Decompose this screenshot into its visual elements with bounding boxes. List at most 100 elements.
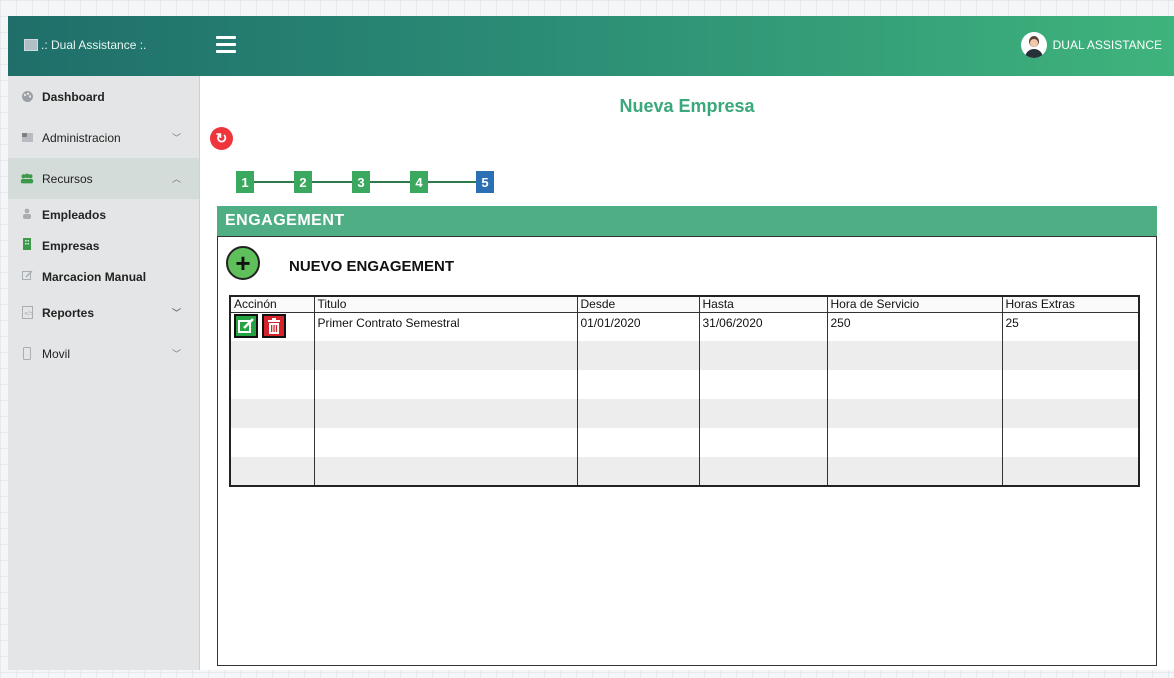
- table-cell: [314, 457, 578, 486]
- page-title: Nueva Empresa: [619, 96, 755, 116]
- table-cell: [577, 399, 700, 428]
- avatar: [1020, 32, 1047, 58]
- step-connector: [254, 181, 294, 183]
- user-menu[interactable]: DUAL ASSISTANCE: [1020, 32, 1162, 58]
- column-header: Accinón: [230, 296, 315, 313]
- table-row: [230, 457, 1139, 486]
- table-cell: [827, 428, 1003, 457]
- chevron-down-icon: ﹀: [171, 133, 181, 143]
- users-icon: [20, 172, 34, 186]
- table-cell: [699, 370, 828, 399]
- column-header: Desde: [577, 296, 700, 313]
- hamburger-menu-icon[interactable]: [216, 36, 236, 54]
- table-cell: [230, 457, 315, 486]
- sidebar-item-movil[interactable]: Movil ﹀: [8, 333, 199, 374]
- table-cell: [577, 370, 700, 399]
- main-content: Nueva Empresa ↻ 1 2 3 4 5 ENGAGEMENT + N…: [200, 76, 1174, 670]
- table-cell: [230, 370, 315, 399]
- reset-button[interactable]: ↻: [210, 127, 233, 150]
- brand[interactable]: .: Dual Assistance :.: [24, 38, 146, 52]
- column-header: Hora de Servicio: [827, 296, 1003, 313]
- sidebar-item-administracion[interactable]: Administracion ﹀: [8, 117, 199, 158]
- table-cell: 01/01/2020: [577, 312, 700, 341]
- section-header-engagement: ENGAGEMENT: [217, 206, 1157, 236]
- chevron-down-icon: ﹀: [171, 349, 181, 359]
- step-5[interactable]: 5: [476, 171, 494, 193]
- sidebar-subitem-empleados[interactable]: Empleados: [8, 199, 199, 230]
- step-2[interactable]: 2: [294, 171, 312, 193]
- sidebar-item-label: Movil: [42, 346, 71, 361]
- brand-text: .: Dual Assistance :.: [41, 38, 147, 52]
- table-cell: [1002, 428, 1139, 457]
- table-cell: [1002, 370, 1139, 399]
- edit-icon: [20, 269, 34, 284]
- table-cell: 31/06/2020: [699, 312, 828, 341]
- table-cell: [1002, 399, 1139, 428]
- add-engagement-button[interactable]: +: [226, 246, 260, 280]
- broken-image-icon: [24, 39, 38, 51]
- engagement-table: Accinón Titulo Desde Hasta Hora de Servi…: [229, 295, 1140, 487]
- sidebar-item-label: Administracion: [42, 130, 121, 145]
- add-engagement-label: NUEVO ENGAGEMENT: [289, 258, 455, 275]
- building-icon: [20, 238, 34, 253]
- code-file-icon: </>: [20, 306, 34, 320]
- sidebar-item-label: Marcacion Manual: [42, 269, 147, 284]
- trash-icon[interactable]: [262, 313, 286, 338]
- sidebar: Dashboard Administracion ﹀ Recursos ︿ Em…: [8, 76, 200, 670]
- table-cell: [699, 399, 828, 428]
- table-cell: Primer Contrato Semestral: [314, 312, 578, 341]
- table-cell: 25: [1005, 315, 1019, 330]
- column-header: Hasta: [699, 296, 828, 313]
- table-cell: [314, 428, 578, 457]
- column-header: Titulo: [314, 296, 578, 313]
- sidebar-subitem-empresas[interactable]: Empresas: [8, 230, 199, 261]
- chevron-down-icon: ﹀: [171, 308, 181, 318]
- table-cell: [577, 428, 700, 457]
- edit-icon[interactable]: [234, 313, 258, 338]
- step-1[interactable]: 1: [236, 171, 254, 193]
- step-3[interactable]: 3: [352, 171, 370, 193]
- table-row: [230, 428, 1139, 457]
- sidebar-item-label: Recursos: [42, 171, 93, 186]
- column-header: Horas Extras: [1002, 296, 1139, 313]
- step-connector: [428, 181, 476, 183]
- table-cell: [827, 457, 1003, 486]
- table-cell: [230, 399, 315, 428]
- table-cell: [314, 341, 578, 370]
- table-cell: [827, 370, 1003, 399]
- engagement-panel: + NUEVO ENGAGEMENT Accinón Titulo Desde …: [217, 236, 1157, 666]
- table-cell: [699, 428, 828, 457]
- window-icon: [20, 131, 34, 145]
- table-cell: [699, 457, 828, 486]
- step-connector: [370, 181, 410, 183]
- table-cell: [1002, 341, 1139, 370]
- table-cell: [314, 370, 578, 399]
- top-navbar: .: Dual Assistance :. DUAL ASSISTANCE: [8, 16, 1174, 76]
- table-cell: [230, 341, 315, 370]
- table-row: [230, 370, 1139, 399]
- sidebar-item-recursos[interactable]: Recursos ︿: [8, 158, 199, 199]
- mobile-icon: [20, 347, 34, 361]
- table-row: [230, 341, 1139, 370]
- sidebar-item-reportes[interactable]: </> Reportes ﹀: [8, 292, 199, 333]
- sidebar-item-dashboard[interactable]: Dashboard: [8, 76, 199, 117]
- person-icon: [20, 208, 34, 222]
- sidebar-item-label: Dashboard: [42, 89, 105, 104]
- table-cell: 250: [827, 312, 1003, 341]
- table-cell: [1002, 457, 1139, 486]
- table-header-row: Accinón Titulo Desde Hasta Hora de Servi…: [230, 296, 1139, 313]
- step-connector: [312, 181, 352, 183]
- table-row: [230, 399, 1139, 428]
- table-cell: [577, 457, 700, 486]
- table-cell: [827, 399, 1003, 428]
- svg-text:</>: </>: [24, 311, 33, 317]
- palette-icon: [20, 90, 34, 104]
- sidebar-item-label: Empleados: [42, 207, 107, 222]
- chevron-up-icon: ︿: [171, 174, 181, 184]
- table-cell: [230, 428, 315, 457]
- sidebar-item-label: Reportes: [42, 305, 95, 320]
- table-cell: [827, 341, 1003, 370]
- table-cell: [314, 399, 578, 428]
- step-4[interactable]: 4: [410, 171, 428, 193]
- sidebar-subitem-marcacion-manual[interactable]: Marcacion Manual: [8, 261, 199, 292]
